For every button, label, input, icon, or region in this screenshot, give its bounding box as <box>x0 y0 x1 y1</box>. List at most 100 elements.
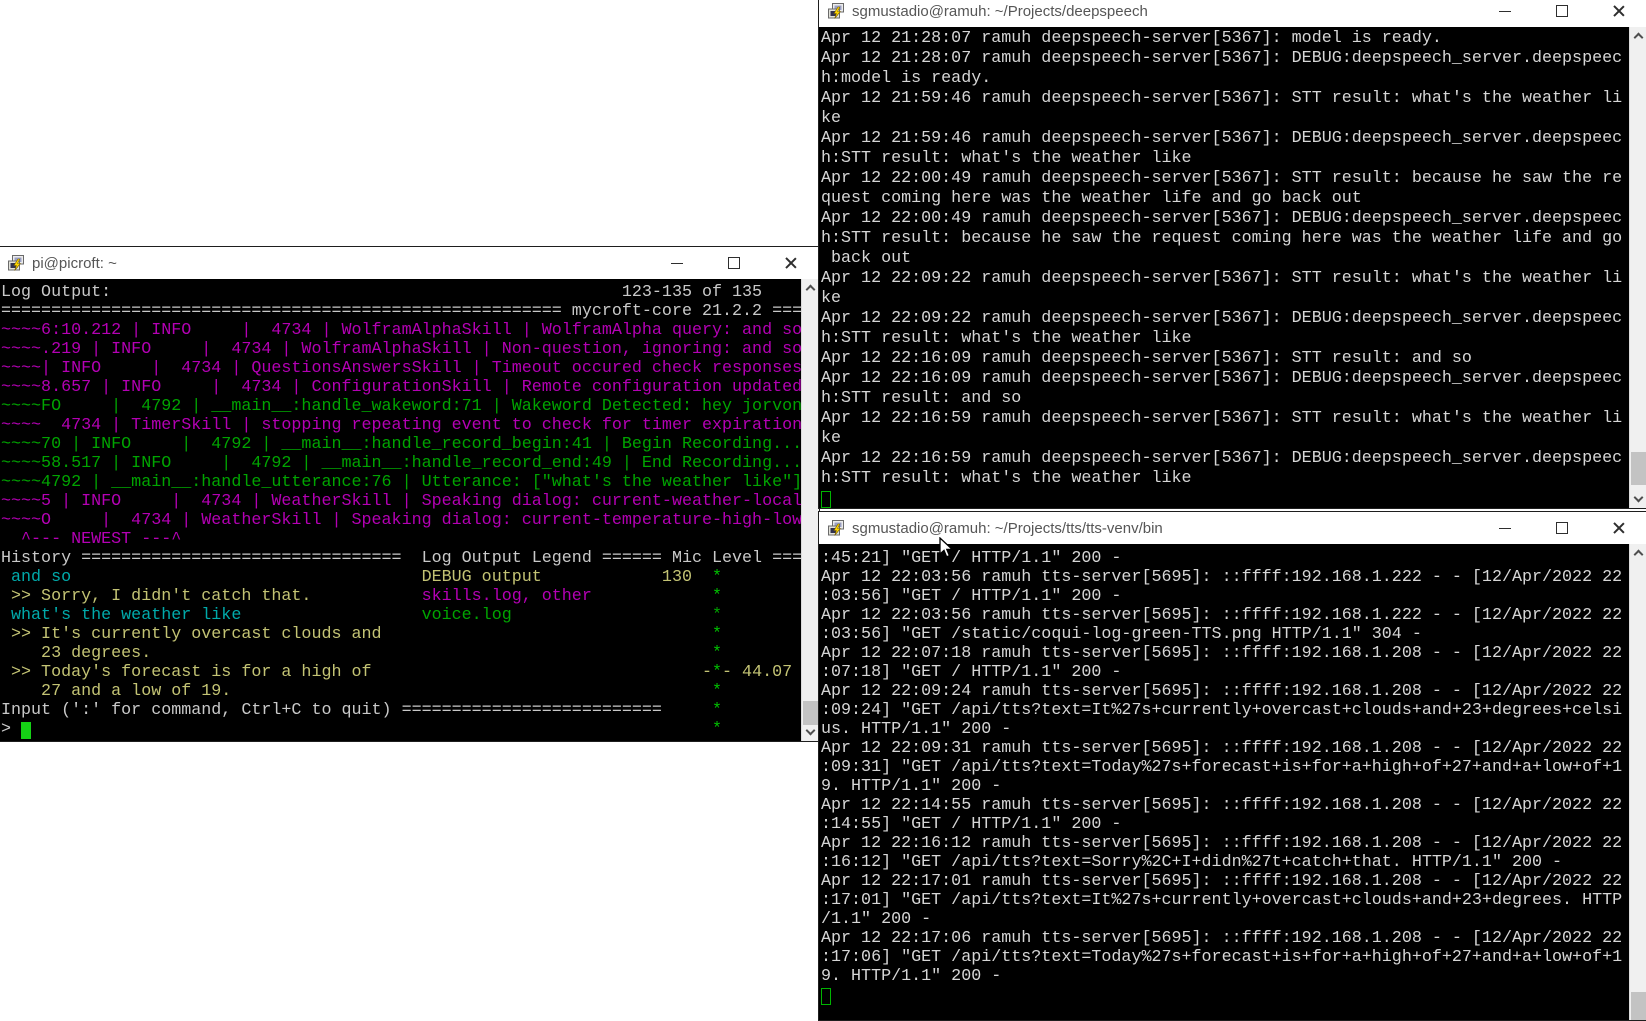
terminal-line: h:STT result: and so <box>821 389 1629 409</box>
desktop: { "palette": { "fg": "#d6d6d6", "w": "#c… <box>0 0 1646 1014</box>
terminal-line: Apr 12 22:16:59 ramuh deepspeech-server[… <box>821 449 1629 469</box>
terminal-line: :03:56] "GET /static/coqui-log-green-TTS… <box>821 625 1629 644</box>
scrollbar[interactable] <box>1629 544 1646 1020</box>
terminal-output-tts[interactable]: :45:21] "GET / HTTP/1.1" 200 -Apr 12 22:… <box>819 544 1629 1020</box>
terminal-line: History ================================… <box>1 549 801 568</box>
minimize-icon <box>1499 11 1511 12</box>
minimize-button[interactable] <box>1476 512 1533 544</box>
scroll-down-arrow[interactable] <box>802 724 819 741</box>
scrollbar[interactable] <box>801 279 819 741</box>
terminal-output-deepspeech[interactable]: Apr 12 21:28:07 ramuh deepspeech-server[… <box>819 27 1629 508</box>
terminal-line: Apr 12 22:16:09 ramuh deepspeech-server[… <box>821 349 1629 369</box>
terminal-line: ========================================… <box>1 302 801 321</box>
putty-icon <box>827 2 845 20</box>
scroll-down-arrow[interactable] <box>1630 491 1646 508</box>
minimize-button[interactable] <box>648 247 705 279</box>
maximize-button[interactable] <box>705 247 762 279</box>
terminal-line: ~~~~O | 4734 | WeatherSkill | Speaking d… <box>1 511 801 530</box>
terminal-line: :16:12] "GET /api/tts?text=Sorry%2C+I+di… <box>821 853 1629 872</box>
terminal-line: Apr 12 22:00:49 ramuh deepspeech-server[… <box>821 209 1629 229</box>
close-button[interactable] <box>1590 0 1646 27</box>
terminal-output-picroft[interactable]: Log Output: 123-135 of 135==============… <box>0 279 801 741</box>
minimize-button[interactable] <box>1476 0 1533 27</box>
window-title: sgmustadio@ramuh: ~/Projects/deepspeech <box>852 3 1148 20</box>
maximize-icon <box>1556 522 1568 534</box>
terminal-line: ~~~~6:10.212 | INFO | 4734 | WolframAlph… <box>1 321 801 340</box>
terminal-line: h:STT result: what's the weather like <box>821 149 1629 169</box>
terminal-line: >> It's currently overcast clouds and * <box>1 625 801 644</box>
terminal-line: Apr 12 22:16:12 ramuh tts-server[5695]: … <box>821 834 1629 853</box>
terminal-line: :09:24] "GET /api/tts?text=It%27s+curren… <box>821 701 1629 720</box>
terminal-line: back out <box>821 249 1629 269</box>
scroll-thumb[interactable] <box>803 701 818 725</box>
window-picroft: pi@picroft: ~ Log Output: 123-135 of 135… <box>0 246 820 742</box>
terminal-line: Apr 12 22:17:01 ramuh tts-server[5695]: … <box>821 872 1629 891</box>
terminal-line: Apr 12 22:00:49 ramuh deepspeech-server[… <box>821 169 1629 189</box>
maximize-button[interactable] <box>1533 0 1590 27</box>
terminal-line: 27 and a low of 19. * <box>1 682 801 701</box>
close-button[interactable] <box>1590 512 1646 544</box>
scroll-thumb[interactable] <box>1631 992 1646 1020</box>
terminal-line: Apr 12 22:03:56 ramuh tts-server[5695]: … <box>821 606 1629 625</box>
scrollbar[interactable] <box>1629 27 1646 508</box>
terminal-cursor <box>21 722 31 739</box>
terminal-line: Log Output: 123-135 of 135 <box>1 283 801 302</box>
chevron-up-icon <box>1634 33 1644 43</box>
titlebar[interactable]: pi@picroft: ~ <box>0 247 819 279</box>
terminal-line: Apr 12 22:09:31 ramuh tts-server[5695]: … <box>821 739 1629 758</box>
terminal-line: Apr 12 22:09:24 ramuh tts-server[5695]: … <box>821 682 1629 701</box>
terminal-line: Apr 12 21:59:46 ramuh deepspeech-server[… <box>821 89 1629 109</box>
terminal-line: Apr 12 22:16:09 ramuh deepspeech-server[… <box>821 369 1629 389</box>
terminal-line: ~~~~.219 | INFO | 4734 | WolframAlphaSki… <box>1 340 801 359</box>
terminal-line: Apr 12 21:28:07 ramuh deepspeech-server[… <box>821 29 1629 49</box>
window-title: pi@picroft: ~ <box>32 255 117 272</box>
scroll-up-arrow[interactable] <box>1630 27 1646 44</box>
terminal-line: /1.1" 200 - <box>821 910 1629 929</box>
putty-icon <box>827 519 845 537</box>
minimize-icon <box>671 263 683 264</box>
terminal-line: > * <box>1 720 801 739</box>
scroll-up-arrow[interactable] <box>802 279 819 296</box>
scroll-thumb[interactable] <box>1631 452 1646 485</box>
terminal-line: 9. HTTP/1.1" 200 - <box>821 967 1629 986</box>
terminal-line: :45:21] "GET / HTTP/1.1" 200 - <box>821 549 1629 568</box>
terminal-line: h:STT result: because he saw the request… <box>821 229 1629 249</box>
terminal-line: Apr 12 22:03:56 ramuh tts-server[5695]: … <box>821 568 1629 587</box>
terminal-line: 9. HTTP/1.1" 200 - <box>821 777 1629 796</box>
terminal-line <box>821 986 1629 1005</box>
maximize-icon <box>728 257 740 269</box>
window-controls <box>1476 0 1646 27</box>
terminal-line: h:STT result: what's the weather like <box>821 469 1629 489</box>
close-icon <box>1612 521 1626 535</box>
terminal-line: h:STT result: what's the weather like <box>821 329 1629 349</box>
putty-icon <box>7 254 25 272</box>
close-button[interactable] <box>762 247 819 279</box>
chevron-up-icon <box>1634 550 1644 560</box>
chevron-up-icon <box>806 285 816 295</box>
terminal-line: ~~~~8.657 | INFO | 4734 | ConfigurationS… <box>1 378 801 397</box>
terminal-line: ke <box>821 429 1629 449</box>
terminal-line: >> Today's forecast is for a high of -*-… <box>1 663 801 682</box>
titlebar[interactable]: sgmustadio@ramuh: ~/Projects/deepspeech <box>819 0 1646 27</box>
maximize-button[interactable] <box>1533 512 1590 544</box>
terminal-line: :07:18] "GET / HTTP/1.1" 200 - <box>821 663 1629 682</box>
window-controls <box>648 247 819 279</box>
terminal-line: :09:31] "GET /api/tts?text=Today%27s+for… <box>821 758 1629 777</box>
terminal-line: ~~~~58.517 | INFO | 4792 | __main__:hand… <box>1 454 801 473</box>
terminal-line: us. HTTP/1.1" 200 - <box>821 720 1629 739</box>
terminal-line: :03:56] "GET / HTTP/1.1" 200 - <box>821 587 1629 606</box>
terminal-line: ~~~~70 | INFO | 4792 | __main__:handle_r… <box>1 435 801 454</box>
terminal-line: h:model is ready. <box>821 69 1629 89</box>
terminal-line: Input (':' for command, Ctrl+C to quit) … <box>1 701 801 720</box>
terminal-line: Apr 12 22:09:22 ramuh deepspeech-server[… <box>821 309 1629 329</box>
chevron-down-icon <box>1634 493 1644 503</box>
terminal-line: Apr 12 22:07:18 ramuh tts-server[5695]: … <box>821 644 1629 663</box>
terminal-line: 23 degrees. * <box>1 644 801 663</box>
titlebar[interactable]: sgmustadio@ramuh: ~/Projects/tts/tts-ven… <box>819 512 1646 544</box>
terminal-line: ~~~~5 | INFO | 4734 | WeatherSkill | Spe… <box>1 492 801 511</box>
terminal-line: Apr 12 22:09:22 ramuh deepspeech-server[… <box>821 269 1629 289</box>
scroll-up-arrow[interactable] <box>1630 544 1646 561</box>
window-deepspeech: sgmustadio@ramuh: ~/Projects/deepspeech … <box>818 0 1646 509</box>
window-title: sgmustadio@ramuh: ~/Projects/tts/tts-ven… <box>852 520 1163 537</box>
chevron-down-icon <box>806 726 816 736</box>
